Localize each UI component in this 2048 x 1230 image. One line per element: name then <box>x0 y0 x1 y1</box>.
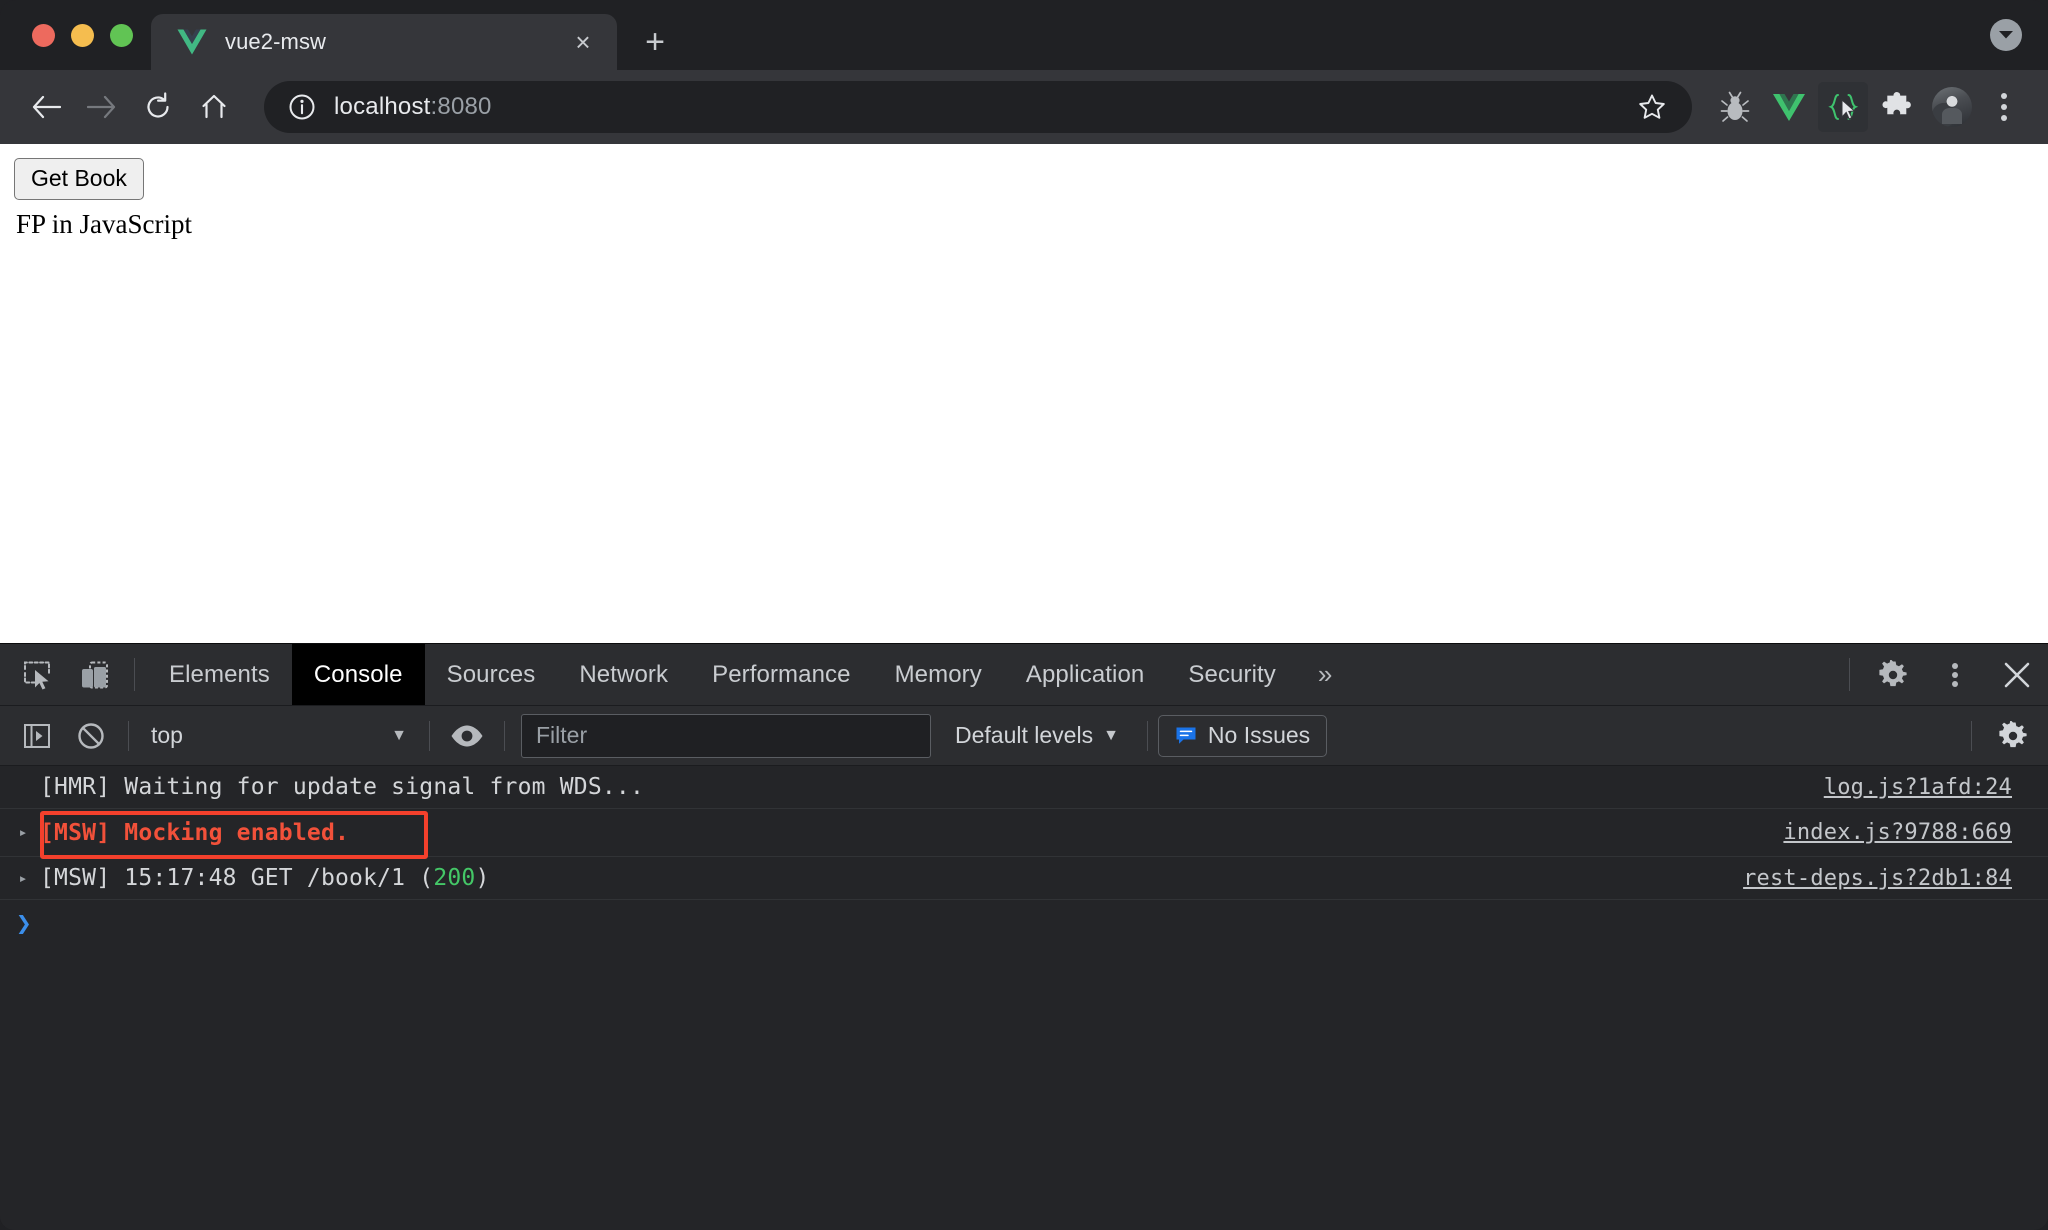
tab-sources[interactable]: Sources <box>425 644 558 705</box>
disclosure-triangle-icon[interactable]: ▸ <box>0 870 40 886</box>
divider <box>1146 720 1148 751</box>
devtools-tab-bar: Elements Console Sources Network Perform… <box>0 644 2048 706</box>
three-dot-menu-icon[interactable] <box>1980 83 2028 131</box>
console-input-prompt[interactable]: ❯ <box>0 900 2048 948</box>
response-status-code: 200 <box>433 865 476 891</box>
maximize-window-button[interactable] <box>110 23 133 47</box>
console-message-row[interactable]: ▸ [MSW] 15:17:48 GET /book/1 (200) rest-… <box>0 857 2048 900</box>
console-message-source-link[interactable]: rest-deps.js?2db1:84 <box>1743 866 2012 891</box>
close-icon[interactable] <box>1986 644 2048 705</box>
log-levels-label: Default levels <box>955 722 1094 748</box>
address-bar-text: localhost:8080 <box>334 93 1632 121</box>
chevron-down-icon: ▼ <box>391 726 407 744</box>
more-tabs-button[interactable]: » <box>1298 644 1352 705</box>
tab-strip: vue2-msw × + <box>0 0 2048 70</box>
gear-icon[interactable] <box>1862 644 1924 705</box>
chevron-down-icon: ▼ <box>1103 726 1119 744</box>
issues-bubble-icon <box>1175 725 1197 747</box>
tab-performance[interactable]: Performance <box>690 644 873 705</box>
issues-label: No Issues <box>1207 722 1311 748</box>
tab-elements[interactable]: Elements <box>147 644 292 705</box>
console-context-value: top <box>151 722 183 748</box>
device-toolbar-icon[interactable] <box>66 644 122 705</box>
bug-extension-icon[interactable] <box>1710 82 1760 132</box>
console-settings-gear-icon[interactable] <box>1986 706 2040 766</box>
url-port: :8080 <box>430 93 492 120</box>
console-message-text: [HMR] Waiting for update signal from WDS… <box>40 774 645 800</box>
close-tab-button[interactable]: × <box>563 22 603 62</box>
console-log-levels-dropdown[interactable]: Default levels ▼ <box>937 722 1137 749</box>
vue-devtools-extension-icon[interactable] <box>1764 82 1814 132</box>
request-log-prefix: [MSW] 15:17:48 GET /book/1 ( <box>40 865 434 891</box>
issues-button[interactable]: No Issues <box>1157 714 1328 757</box>
divider <box>429 720 430 751</box>
console-message-row[interactable]: ▸ [MSW] Mocking enabled. index.js?9788:6… <box>0 809 2048 857</box>
devtools-three-dot-menu-icon[interactable] <box>1924 644 1986 705</box>
console-message-row[interactable]: [HMR] Waiting for update signal from WDS… <box>0 766 2048 809</box>
vue-logo-icon <box>177 27 207 57</box>
console-message-text: [MSW] 15:17:48 GET /book/1 (200) <box>40 865 1743 891</box>
tab-application[interactable]: Application <box>1004 644 1167 705</box>
devtools-tab-bar-right <box>1837 644 2048 705</box>
inspect-element-icon[interactable] <box>10 644 66 705</box>
console-context-dropdown[interactable]: top ▼ <box>139 715 419 757</box>
tab-strip-right <box>1990 0 2048 70</box>
avatar[interactable] <box>1932 87 1972 127</box>
tab-search-caret-icon[interactable] <box>1990 19 2022 51</box>
book-title: FP in JavaScript <box>16 209 193 240</box>
console-message-text: [MSW] Mocking enabled. <box>40 819 350 846</box>
window-traffic-lights <box>0 0 151 70</box>
close-window-button[interactable] <box>32 23 55 47</box>
extensions-row <box>1706 82 2028 132</box>
tab-console[interactable]: Console <box>291 644 425 705</box>
divider <box>1849 658 1850 691</box>
eye-icon[interactable] <box>440 706 494 766</box>
console-sidebar-icon[interactable] <box>10 706 64 766</box>
reload-button[interactable] <box>130 79 186 135</box>
devtools-panel: Elements Console Sources Network Perform… <box>0 643 2048 1230</box>
divider <box>504 720 505 751</box>
address-bar[interactable]: localhost:8080 <box>264 81 1692 133</box>
console-toolbar: top ▼ Filter Default levels ▼ No Issues <box>0 706 2048 766</box>
back-button[interactable] <box>18 79 74 135</box>
divider <box>128 720 129 751</box>
browser-toolbar: localhost:8080 <box>0 70 2048 144</box>
tab-network[interactable]: Network <box>557 644 690 705</box>
console-message-source-link[interactable]: log.js?1afd:24 <box>1824 775 2012 800</box>
console-filter-input[interactable]: Filter <box>521 713 931 758</box>
console-toolbar-right <box>1961 706 2048 766</box>
console-filter-placeholder: Filter <box>536 722 588 748</box>
disclosure-triangle-icon[interactable]: ▸ <box>0 825 40 840</box>
request-log-suffix: ) <box>475 865 490 891</box>
divider <box>134 658 135 691</box>
page-viewport: Get Book FP in JavaScript <box>0 144 2048 643</box>
clear-console-icon[interactable] <box>64 706 118 766</box>
puzzle-extensions-icon[interactable] <box>1872 82 1922 132</box>
star-icon[interactable] <box>1632 93 1672 121</box>
console-message-list[interactable]: [HMR] Waiting for update signal from WDS… <box>0 766 2048 1230</box>
divider <box>1971 720 1972 751</box>
browser-window: vue2-msw × + localhost:8080 Get Book FP … <box>0 0 2048 1230</box>
forward-button[interactable] <box>74 79 130 135</box>
get-book-button[interactable]: Get Book <box>14 158 144 201</box>
prompt-chevron-icon: ❯ <box>16 909 32 939</box>
new-tab-button[interactable]: + <box>631 18 679 66</box>
console-message-source-link[interactable]: index.js?9788:669 <box>1783 820 2012 845</box>
tab-memory[interactable]: Memory <box>873 644 1004 705</box>
tab-security[interactable]: Security <box>1166 644 1298 705</box>
browser-tab[interactable]: vue2-msw × <box>151 14 617 70</box>
tab-title: vue2-msw <box>225 29 327 54</box>
url-host: localhost <box>334 93 431 120</box>
code-cursor-extension-icon[interactable] <box>1818 82 1868 132</box>
info-circle-icon[interactable] <box>288 93 316 121</box>
home-button[interactable] <box>186 79 242 135</box>
minimize-window-button[interactable] <box>71 23 94 47</box>
